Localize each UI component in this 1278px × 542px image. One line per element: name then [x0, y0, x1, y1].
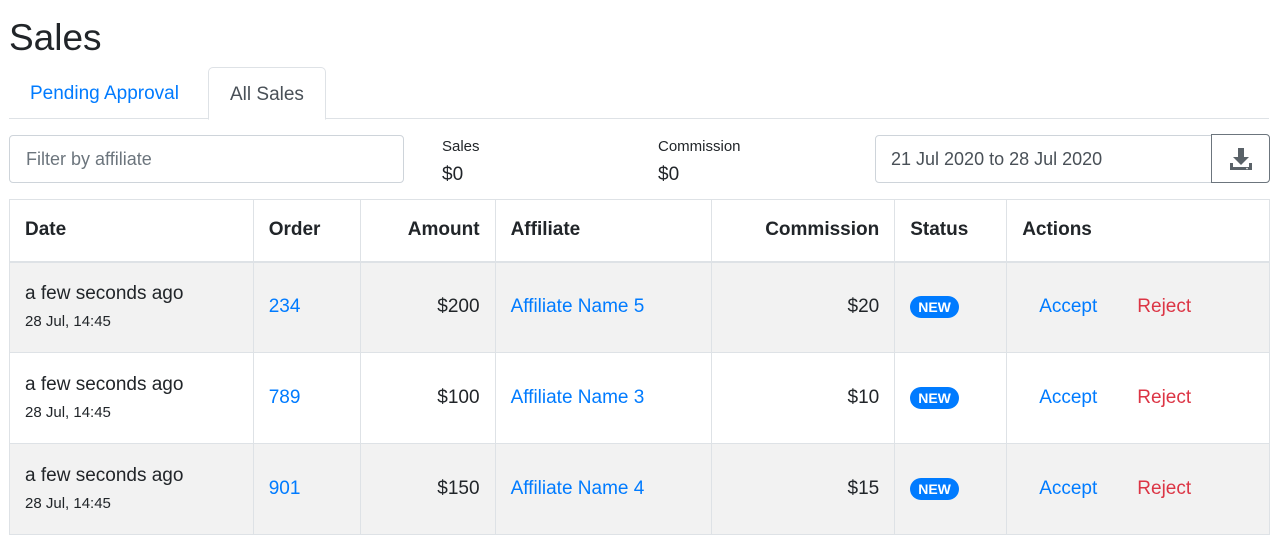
reject-button[interactable]: Reject [1137, 478, 1191, 500]
commission-cell: $15 [711, 443, 896, 535]
header-status: Status [894, 199, 1008, 263]
order-link[interactable]: 789 [269, 387, 301, 408]
tab-all-sales[interactable]: All Sales [208, 67, 326, 120]
commission-cell: $20 [711, 261, 896, 353]
accept-button[interactable]: Accept [1039, 387, 1097, 409]
commission-stat-value: $0 [658, 164, 680, 185]
affiliate-link[interactable]: Affiliate Name 5 [511, 296, 645, 317]
filter-affiliate-input[interactable] [9, 135, 404, 183]
relative-date: a few seconds ago [25, 283, 184, 305]
relative-date: a few seconds ago [25, 465, 184, 486]
amount-cell: $150 [359, 443, 496, 535]
sales-stat-value: $0 [442, 164, 464, 185]
affiliate-link[interactable]: Affiliate Name 3 [511, 387, 645, 408]
sales-stat-label: Sales [442, 138, 480, 155]
amount-cell: $100 [359, 352, 496, 444]
commission-cell: $10 [711, 352, 896, 444]
affiliate-cell: Affiliate Name 3 [494, 352, 713, 444]
amount-cell: $200 [359, 261, 496, 353]
sales-stat: Sales $0 [442, 137, 480, 188]
table-row: a few seconds ago 28 Jul, 14:45 789 $100… [9, 352, 1270, 444]
download-button[interactable] [1211, 134, 1270, 183]
affiliate-link[interactable]: Affiliate Name 4 [511, 478, 645, 499]
absolute-date: 28 Jul, 14:45 [25, 313, 111, 331]
header-actions: Actions [1006, 199, 1270, 263]
order-link[interactable]: 234 [269, 296, 301, 317]
tab-pending-approval[interactable]: Pending Approval [9, 67, 200, 119]
status-cell: NEW [894, 261, 1008, 353]
affiliate-cell: Affiliate Name 5 [494, 261, 713, 353]
reject-button[interactable]: Reject [1137, 387, 1191, 409]
date-cell: a few seconds ago 28 Jul, 14:45 [9, 352, 254, 444]
date-range-picker[interactable]: 21 Jul 2020 to 28 Jul 2020 [875, 135, 1212, 183]
date-cell: a few seconds ago 28 Jul, 14:45 [9, 443, 254, 535]
status-badge: NEW [910, 296, 959, 319]
status-cell: NEW [894, 352, 1008, 444]
header-amount: Amount [359, 199, 496, 263]
absolute-date: 28 Jul, 14:45 [25, 495, 111, 512]
sales-table: Date Order Amount Affiliate Commission S… [9, 199, 1270, 535]
header-affiliate: Affiliate [494, 199, 713, 263]
accept-button[interactable]: Accept [1039, 478, 1097, 500]
accept-button[interactable]: Accept [1039, 296, 1097, 318]
table-row: a few seconds ago 28 Jul, 14:45 901 $150… [9, 443, 1270, 535]
actions-cell: Accept Reject [1006, 261, 1270, 353]
absolute-date: 28 Jul, 14:45 [25, 404, 111, 421]
header-commission: Commission [711, 199, 896, 263]
tab-bar: Pending Approval All Sales [9, 67, 1269, 120]
order-link[interactable]: 901 [269, 478, 301, 499]
download-icon [1229, 147, 1252, 170]
reject-button[interactable]: Reject [1137, 296, 1191, 318]
affiliate-cell: Affiliate Name 4 [494, 443, 713, 535]
status-badge: NEW [910, 387, 959, 409]
order-cell: 234 [252, 261, 361, 353]
order-cell: 901 [252, 443, 361, 535]
status-cell: NEW [894, 443, 1008, 535]
date-cell: a few seconds ago 28 Jul, 14:45 [9, 261, 254, 353]
header-order: Order [252, 199, 361, 263]
commission-stat-label: Commission [658, 138, 741, 155]
order-cell: 789 [252, 352, 361, 444]
table-row: a few seconds ago 28 Jul, 14:45 234 $200… [9, 261, 1270, 353]
table-header-row: Date Order Amount Affiliate Commission S… [9, 199, 1270, 263]
actions-cell: Accept Reject [1006, 352, 1270, 444]
commission-stat: Commission $0 [658, 137, 741, 188]
relative-date: a few seconds ago [25, 374, 184, 395]
page-title: Sales [9, 17, 102, 58]
status-badge: NEW [910, 478, 959, 500]
actions-cell: Accept Reject [1006, 443, 1270, 535]
header-date: Date [9, 199, 254, 263]
